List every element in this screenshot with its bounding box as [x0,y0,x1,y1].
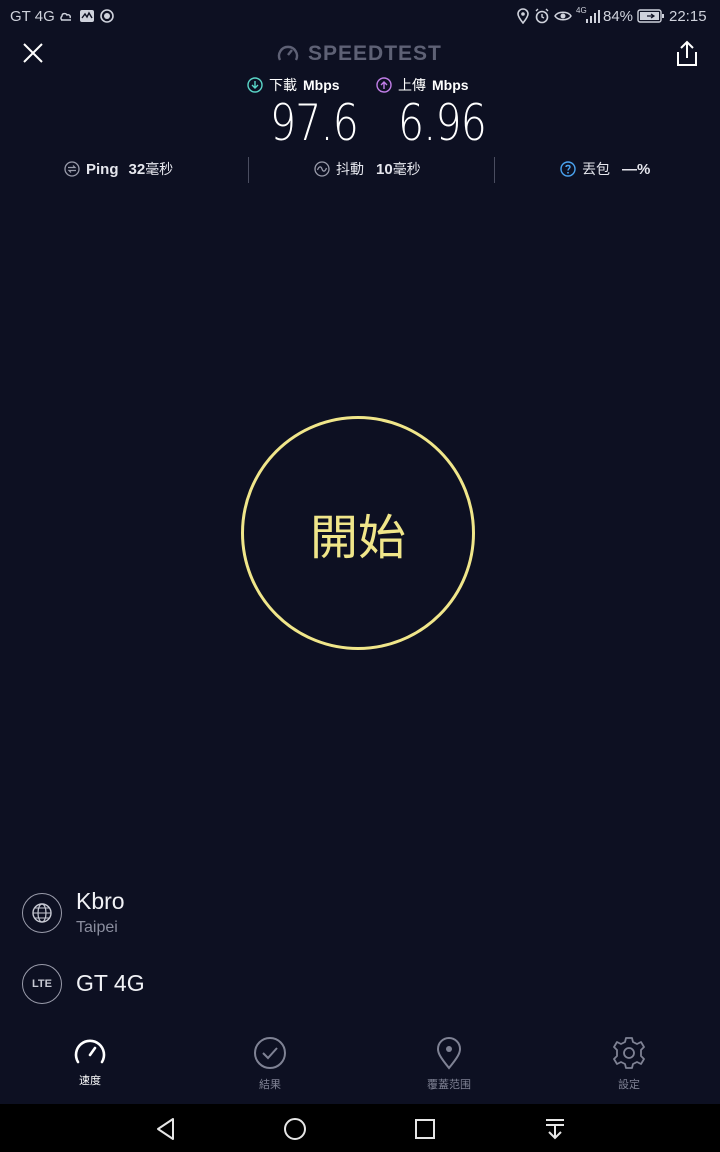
upload-value: 6.96 [398,94,487,152]
connection-type-badge: LTE [22,964,62,1004]
upload-label: 上傳 [398,78,426,94]
alarm-icon [535,8,549,24]
tab-speed[interactable]: 速度 [30,1036,150,1088]
tab-settings[interactable]: 設定 [569,1036,689,1092]
record-icon [100,9,114,23]
globe-icon [32,903,52,923]
tab-results[interactable]: 結果 [210,1036,330,1092]
packet-loss-unit: % [637,160,651,178]
lte-icon: LTE [32,978,52,990]
jitter-value: 10 [376,161,393,178]
upload-unit: Mbps [432,77,469,93]
close-button[interactable] [18,38,48,68]
tab-settings-label: 設定 [618,1078,640,1091]
server-isp-name[interactable]: Kbro [76,888,125,915]
tab-speed-label: 速度 [79,1074,101,1087]
download-heading: 下載 Mbps [247,75,340,95]
ping-metric: Ping 32毫秒 [64,158,173,180]
status-bar: GT 4G 4G 84% 22:15 [0,0,720,34]
upload-heading: 上傳 Mbps [376,75,469,95]
metrics-divider [494,157,495,183]
activity-icon [80,10,94,22]
jitter-unit: 毫秒 [392,162,421,178]
server-globe-button[interactable] [22,893,62,933]
jitter-label: 抖動 [336,162,364,178]
packet-loss-label: 丟包 [582,162,610,178]
location-icon [517,8,529,24]
eye-icon [554,11,572,21]
connection-name: GT 4G [76,970,145,996]
download-arrow-icon [247,77,263,93]
home-icon[interactable] [280,1114,310,1144]
system-nav-bar [0,1104,720,1152]
carrier-label: GT 4G [10,8,55,25]
map-pin-icon [436,1037,462,1070]
cloud-icon [60,12,71,21]
speedometer-logo-icon [277,45,299,61]
signal-icon [586,10,600,23]
tab-coverage-label: 覆蓋范围 [427,1078,471,1091]
ping-label: Ping [86,160,119,178]
share-button[interactable] [672,38,702,70]
ping-value: 32 [128,161,146,178]
packet-loss-metric[interactable]: 丟包 —% [560,158,650,180]
metrics-divider [248,157,249,183]
tab-coverage[interactable]: 覆蓋范围 [389,1036,509,1092]
start-test-button[interactable]: 開始 [241,416,475,650]
packet-loss-value: — [622,160,637,178]
checkmark-icon [254,1037,286,1069]
jitter-metric: 抖動 10毫秒 [314,158,421,180]
speedtest-logo: SPEEDTEST [276,42,442,66]
clock: 22:15 [669,8,707,25]
notification-pulldown-icon[interactable] [540,1114,570,1144]
server-city: Taipei [76,919,118,936]
back-icon[interactable] [151,1114,181,1144]
upload-arrow-icon [376,77,392,93]
ping-icon [64,161,80,177]
recents-icon[interactable] [410,1114,440,1144]
logo-text: SPEEDTEST [308,42,442,65]
download-unit: Mbps [303,77,340,93]
start-label: 開始 [309,510,406,566]
jitter-icon [314,161,330,177]
speedometer-icon [74,1039,106,1064]
download-value: 97.6 [270,94,359,152]
tab-results-label: 結果 [259,1078,281,1091]
battery-percent: 84% [603,8,634,25]
ping-unit: 毫秒 [145,162,174,178]
battery-icon [637,9,664,23]
gear-icon [613,1037,645,1069]
help-icon[interactable] [560,161,576,177]
download-label: 下載 [269,78,297,94]
